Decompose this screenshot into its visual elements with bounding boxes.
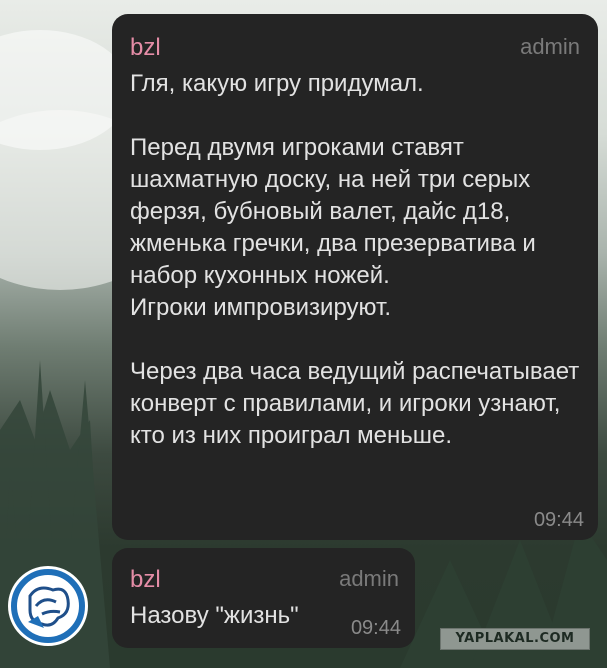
- watermark: YAPLAKAL.COM: [440, 628, 590, 650]
- role-badge: admin: [339, 566, 399, 591]
- message-text: Гля, какую игру придумал. Перед двумя иг…: [130, 70, 580, 449]
- avatar[interactable]: [8, 566, 88, 646]
- message-bubble[interactable]: bzl admin Гля, какую игру придумал. Пере…: [112, 14, 598, 540]
- message-time: 09:44: [350, 617, 401, 639]
- avatar-logo-icon: [10, 568, 86, 644]
- sender-name[interactable]: bzl: [130, 34, 580, 62]
- role-badge: admin: [520, 34, 580, 59]
- message-time: 09:44: [533, 509, 584, 531]
- message-bubble[interactable]: bzl admin Назову "жизнь" 09:44: [112, 548, 415, 648]
